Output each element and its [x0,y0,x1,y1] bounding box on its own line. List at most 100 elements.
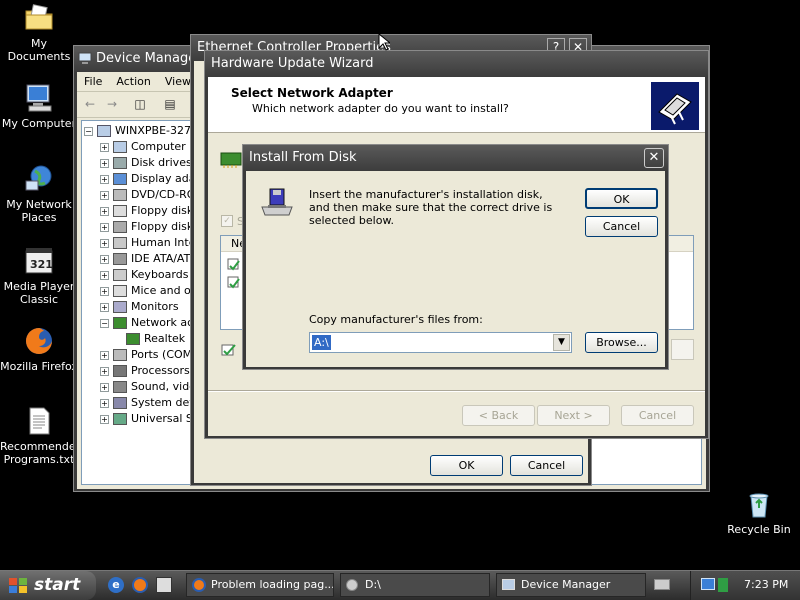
device-category-icon [113,221,127,233]
wizard-titlebar[interactable]: Hardware Update Wizard [205,51,708,77]
network-connection-icon[interactable] [701,578,715,590]
mouse-cursor-icon [378,33,390,51]
tree-category[interactable]: + Computer [100,139,186,155]
tree-category[interactable]: + Processors [100,363,190,379]
menu-file[interactable]: File [77,72,109,91]
copy-from-combobox[interactable]: A:\ ▼ [309,332,572,353]
desktop-icon-mozilla-firefox[interactable]: Mozilla Firefox [0,325,78,373]
tree-item-label: Keyboards [131,268,189,281]
show-compatible-checkbox[interactable]: ✓ [221,215,233,227]
install-cancel-button[interactable]: Cancel [585,216,658,237]
desktop-icon-my-documents[interactable]: My Documents [0,2,78,63]
tree-category[interactable]: + IDE ATA/AT [100,251,190,267]
desktop-icon-my-network-places[interactable]: My Network Places [0,163,78,224]
tree-category[interactable]: + System dev [100,395,196,411]
start-button[interactable]: start [0,571,96,600]
clock[interactable]: 7:23 PM [744,578,788,591]
desktop-icon-recommended-programs[interactable]: Recommended Programs.txt [0,405,83,466]
expand-icon[interactable]: + [100,286,109,296]
tree-category[interactable]: + Human Inte [100,235,195,251]
desktop-icon-my-computer[interactable]: My Computer [0,82,78,130]
ie-icon[interactable]: e [108,577,124,593]
tree-category[interactable]: + Disk drives [100,155,192,171]
show-hide-tree-icon[interactable]: ◫ [131,96,149,112]
firefox-quicklaunch-icon[interactable] [132,577,148,593]
install-from-disk-dialog: Install From Disk ✕ Insert the manufactu… [242,144,669,370]
network-globe-icon [25,165,52,191]
tree-device-item[interactable]: Realtek [126,331,185,347]
device-category-icon [113,189,127,201]
task-drive-d[interactable]: D:\ [340,573,490,597]
tree-category[interactable]: + Monitors [100,299,179,315]
install-ok-button[interactable]: OK [585,188,658,209]
tree-category[interactable]: + Display ada [100,171,196,187]
wizard-back-button[interactable]: < Back [462,405,535,426]
expand-icon[interactable]: + [100,382,109,392]
expand-icon[interactable]: + [100,366,109,376]
menu-action[interactable]: Action [109,72,157,91]
expand-icon[interactable]: + [100,222,109,232]
computer-icon [26,84,52,112]
tree-item-label: Computer [131,140,186,153]
task-firefox[interactable]: Problem loading pag... [186,573,334,597]
install-dialog-title: Install From Disk [249,150,357,165]
tree-item-label: Display ada [131,172,196,185]
tree-category[interactable]: + Keyboards [100,267,188,283]
media-player-quicklaunch-icon[interactable] [156,577,172,593]
tree-category[interactable]: + DVD/CD-RO [100,187,195,203]
expand-icon[interactable]: + [100,238,109,248]
expand-icon[interactable]: + [100,350,109,360]
tree-category[interactable]: + Sound, vide [100,379,196,395]
expand-icon[interactable]: + [100,142,109,152]
expand-icon[interactable]: + [100,414,109,424]
device-category-icon [113,205,127,217]
collapse-icon[interactable]: − [100,318,109,328]
install-message: Insert the manufacturer's installation d… [309,188,553,227]
expand-icon[interactable]: + [100,270,109,280]
expand-icon[interactable]: + [100,174,109,184]
computer-icon [97,125,111,137]
wizard-next-button[interactable]: Next > [537,405,610,426]
properties-cancel-button[interactable]: Cancel [510,455,583,476]
tree-category[interactable]: + Universal S [100,411,193,427]
properties-icon[interactable]: ▤ [161,96,179,112]
wizard-cancel-button[interactable]: Cancel [621,405,694,426]
network-activity-icon[interactable] [718,578,728,592]
tree-item-label: IDE ATA/AT [131,252,191,265]
tree-category[interactable]: + Floppy disk [100,203,193,219]
start-label: start [34,575,81,595]
collapse-icon[interactable]: − [84,126,93,136]
tree-item-label: Processors [131,364,190,377]
keyboard-icon[interactable] [654,579,670,590]
back-arrow-icon[interactable]: ← [81,96,99,112]
properties-ok-button[interactable]: OK [430,455,503,476]
desktop-icon-label: My Computer [1,117,77,130]
expand-icon[interactable]: + [100,398,109,408]
tree-category[interactable]: + Mice and ot [100,283,195,299]
cd-drive-icon [346,579,358,591]
tree-category[interactable]: + Floppy disk [100,219,193,235]
expand-icon[interactable]: + [100,206,109,216]
have-disk-button[interactable] [671,339,694,360]
expand-icon[interactable]: + [100,302,109,312]
driver-icon [227,258,240,271]
install-dialog-titlebar[interactable]: Install From Disk ✕ [243,145,668,171]
desktop-icon-recycle-bin[interactable]: Recycle Bin [720,488,798,536]
tree-category[interactable]: − Network ac [100,315,193,331]
tree-root-label: WINXPBE-327 [115,124,191,137]
system-tray: 7:23 PM [690,571,800,600]
tree-item-label: Floppy disk [131,220,194,233]
device-category-icon [113,381,127,393]
expand-icon[interactable]: + [100,190,109,200]
desktop-icon-media-player-classic[interactable]: 321 Media Player Classic [0,245,78,306]
expand-icon[interactable]: + [100,158,109,168]
wizard-heading: Select Network Adapter [231,86,393,100]
tree-root[interactable]: − WINXPBE-327 [84,123,191,139]
tree-category[interactable]: + Ports (COM [100,347,192,363]
task-device-manager[interactable]: Device Manager [496,573,646,597]
expand-icon[interactable]: + [100,254,109,264]
close-icon[interactable]: ✕ [644,148,664,168]
forward-arrow-icon[interactable]: → [103,96,121,112]
chevron-down-icon[interactable]: ▼ [553,334,570,351]
browse-button[interactable]: Browse... [585,332,658,353]
